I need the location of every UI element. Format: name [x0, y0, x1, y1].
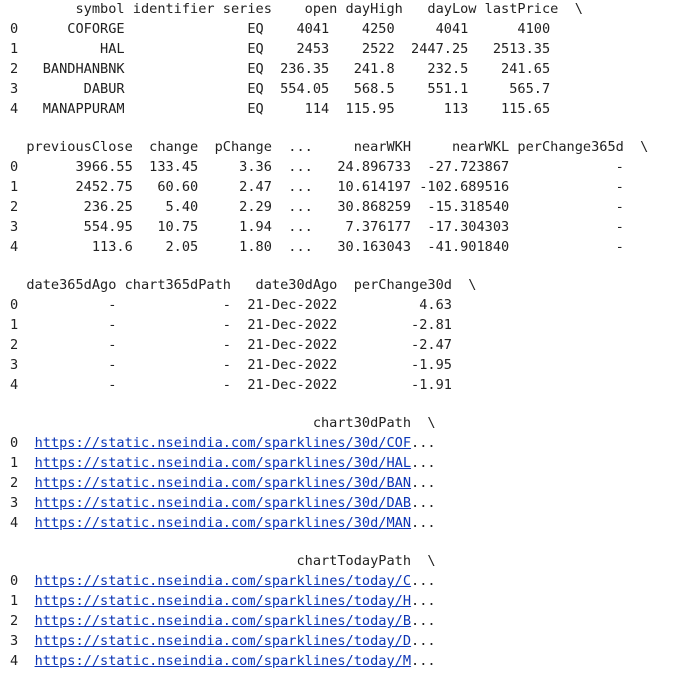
block2-row: 2 236.25 5.40 2.29 ... 30.868259 -15.318…	[10, 199, 624, 215]
chart-today-link[interactable]: https://static.nseindia.com/sparklines/t…	[35, 613, 411, 629]
ellipsis: ...	[411, 573, 436, 589]
row-index: 4	[10, 653, 35, 669]
block5-row: 0 https://static.nseindia.com/sparklines…	[10, 572, 436, 592]
row-index: 3	[10, 633, 35, 649]
block4-row: 4 https://static.nseindia.com/sparklines…	[10, 514, 436, 534]
ellipsis: ...	[411, 613, 436, 629]
row-index: 4	[10, 515, 35, 531]
ellipsis: ...	[411, 495, 436, 511]
block2-row: 3 554.95 10.75 1.94 ... 7.376177 -17.304…	[10, 219, 624, 235]
ellipsis: ...	[411, 455, 436, 471]
block3-header: date365dAgo chart365dPath date30dAgo per…	[10, 277, 477, 293]
ellipsis: ...	[411, 515, 436, 531]
ellipsis: ...	[411, 633, 436, 649]
block5-row: 2 https://static.nseindia.com/sparklines…	[10, 612, 436, 632]
chart30d-link[interactable]: https://static.nseindia.com/sparklines/3…	[35, 475, 411, 491]
block3-row: 2 - - 21-Dec-2022 -2.47	[10, 337, 452, 353]
block2-row: 4 113.6 2.05 1.80 ... 30.163043 -41.9018…	[10, 239, 624, 255]
chart-today-link[interactable]: https://static.nseindia.com/sparklines/t…	[35, 573, 411, 589]
block1-header: symbol identifier series open dayHigh da…	[10, 1, 583, 17]
block3-row: 3 - - 21-Dec-2022 -1.95	[10, 357, 452, 373]
block1-row: 2 BANDHANBNK EQ 236.35 241.8 232.5 241.6…	[10, 61, 551, 77]
block5-row: 4 https://static.nseindia.com/sparklines…	[10, 652, 436, 672]
block5-header: chartTodayPath \	[10, 553, 436, 569]
chart30d-link[interactable]: https://static.nseindia.com/sparklines/3…	[35, 435, 411, 451]
block4-row: 2 https://static.nseindia.com/sparklines…	[10, 474, 436, 494]
chart30d-link[interactable]: https://static.nseindia.com/sparklines/3…	[35, 455, 411, 471]
block4-header: chart30dPath \	[10, 415, 436, 431]
block4-row: 3 https://static.nseindia.com/sparklines…	[10, 494, 436, 514]
row-index: 1	[10, 455, 35, 471]
row-index: 2	[10, 613, 35, 629]
block3-row: 0 - - 21-Dec-2022 4.63	[10, 297, 452, 313]
row-index: 3	[10, 495, 35, 511]
block2-row: 0 3966.55 133.45 3.36 ... 24.896733 -27.…	[10, 159, 624, 175]
block3-row: 4 - - 21-Dec-2022 -1.91	[10, 377, 452, 393]
row-index: 1	[10, 593, 35, 609]
ellipsis: ...	[411, 435, 436, 451]
block1-row: 1 HAL EQ 2453 2522 2447.25 2513.35	[10, 41, 551, 57]
chart30d-link[interactable]: https://static.nseindia.com/sparklines/3…	[35, 515, 411, 531]
chart-today-link[interactable]: https://static.nseindia.com/sparklines/t…	[35, 593, 411, 609]
row-index: 0	[10, 573, 35, 589]
block4-row: 0 https://static.nseindia.com/sparklines…	[10, 434, 436, 454]
block5-row: 1 https://static.nseindia.com/sparklines…	[10, 592, 436, 612]
block2-row: 1 2452.75 60.60 2.47 ... 10.614197 -102.…	[10, 179, 624, 195]
block1-row: 3 DABUR EQ 554.05 568.5 551.1 565.7	[10, 81, 551, 97]
chart-today-link[interactable]: https://static.nseindia.com/sparklines/t…	[35, 633, 411, 649]
row-index: 0	[10, 435, 35, 451]
ellipsis: ...	[411, 593, 436, 609]
row-index: 2	[10, 475, 35, 491]
chart-today-link[interactable]: https://static.nseindia.com/sparklines/t…	[35, 653, 411, 669]
block3-row: 1 - - 21-Dec-2022 -2.81	[10, 317, 452, 333]
ellipsis: ...	[411, 653, 436, 669]
block2-header: previousClose change pChange ... nearWKH…	[10, 139, 649, 155]
chart30d-link[interactable]: https://static.nseindia.com/sparklines/3…	[35, 495, 411, 511]
block5-row: 3 https://static.nseindia.com/sparklines…	[10, 632, 436, 652]
ellipsis: ...	[411, 475, 436, 491]
block4-row: 1 https://static.nseindia.com/sparklines…	[10, 454, 436, 474]
block1-row: 4 MANAPPURAM EQ 114 115.95 113 115.65	[10, 101, 551, 117]
dataframe-output: symbol identifier series open dayHigh da…	[0, 0, 700, 677]
block1-row: 0 COFORGE EQ 4041 4250 4041 4100	[10, 21, 551, 37]
